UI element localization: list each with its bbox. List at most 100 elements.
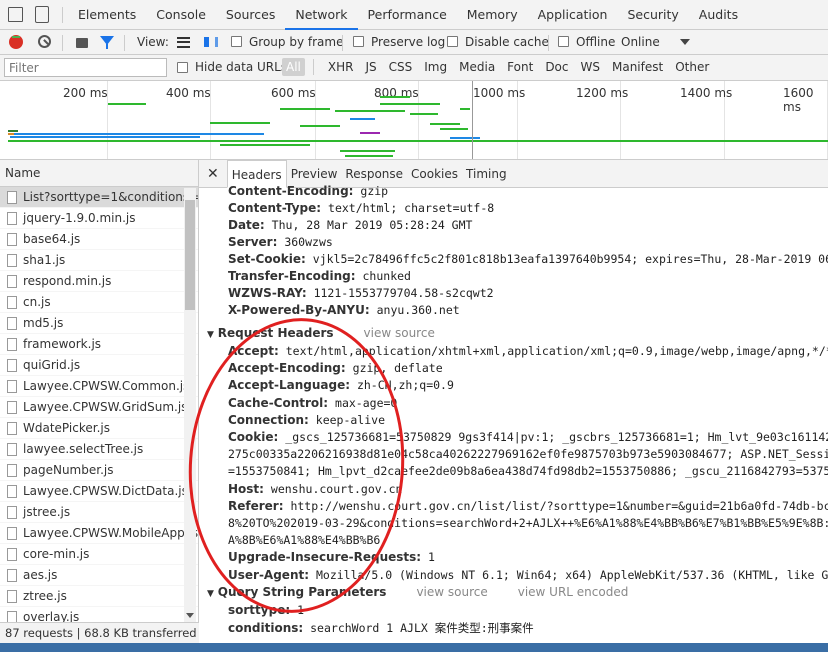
request-row[interactable]: Lawyee.CPWSW.MobileApp.js	[0, 523, 198, 544]
request-row[interactable]: pageNumber.js	[0, 460, 198, 481]
group-by-frame-checkbox[interactable]	[231, 36, 248, 50]
filter-input[interactable]	[4, 58, 167, 77]
timeline-marker	[472, 81, 473, 159]
request-row[interactable]: md5.js	[0, 313, 198, 334]
header-name: Content-Type:	[228, 201, 322, 215]
hide-data-urls-checkbox[interactable]	[177, 62, 194, 76]
windows-taskbar	[0, 643, 828, 652]
header-line: conditions: searchWord 1 AJLX 案件类型:刑事案件	[228, 620, 534, 636]
waterfall-bar	[360, 132, 380, 134]
filter-type-media[interactable]: Media	[453, 58, 501, 76]
filter-type-doc[interactable]: Doc	[539, 58, 574, 76]
request-list: Name List?sorttype=1&conditions=s jquery-…	[0, 160, 199, 628]
triangle-down-icon: ▼	[207, 330, 214, 340]
filter-type-css[interactable]: CSS	[383, 58, 419, 76]
request-row[interactable]: Lawyee.CPWSW.GridSum.js	[0, 397, 198, 418]
request-row[interactable]: lawyee.selectTree.js	[0, 439, 198, 460]
request-row[interactable]: aes.js	[0, 565, 198, 586]
request-name: respond.min.js	[23, 273, 112, 288]
request-row[interactable]: core-min.js	[0, 544, 198, 565]
tab-security[interactable]: Security	[617, 0, 688, 30]
header-value: gzip	[360, 184, 389, 198]
scrollbar-thumb[interactable]	[185, 200, 195, 310]
tab-application[interactable]: Application	[528, 0, 618, 30]
name-column-header[interactable]: Name	[0, 160, 198, 187]
filter-type-other[interactable]: Other	[669, 58, 715, 76]
waterfall-bar	[12, 36, 20, 38]
file-icon	[7, 379, 17, 393]
request-row[interactable]: WdatePicker.js	[0, 418, 198, 439]
request-row[interactable]: Lawyee.CPWSW.Common.js	[0, 376, 198, 397]
view-url-encoded-link[interactable]: view URL encoded	[518, 585, 629, 599]
waterfall-bar	[10, 136, 200, 138]
divider	[548, 35, 549, 51]
chevron-down-icon[interactable]	[680, 39, 690, 45]
query-view-source-link[interactable]: view source	[416, 585, 487, 599]
filter-type-ws[interactable]: WS	[575, 58, 606, 76]
filter-type-manifest[interactable]: Manifest	[606, 58, 669, 76]
request-row[interactable]: jstree.js	[0, 502, 198, 523]
request-name: jquery-1.9.0.min.js	[23, 210, 136, 225]
filter-type-font[interactable]: Font	[501, 58, 539, 76]
header-line: X-Powered-By-ANYU: anyu.360.net	[228, 303, 460, 317]
throttling-select[interactable]: Online	[621, 35, 660, 49]
header-name: Content-Encoding:	[228, 184, 354, 198]
request-row[interactable]: framework.js	[0, 334, 198, 355]
scroll-down-icon[interactable]	[186, 613, 194, 618]
request-name: cn.js	[23, 294, 51, 309]
device-toolbar-icon[interactable]	[35, 6, 49, 23]
tab-network[interactable]: Network	[285, 0, 358, 30]
header-value: 360wzws	[284, 235, 333, 249]
timeline-overview[interactable]: 200 ms 400 ms 600 ms 800 ms 1000 ms 1200 ms 14…	[0, 36, 828, 160]
request-row[interactable]: jquery-1.9.0.min.js	[0, 208, 198, 229]
file-icon	[7, 211, 17, 225]
waterfall-icon[interactable]	[204, 37, 218, 47]
header-line: Set-Cookie: vjkl5=2c78496ffc5c2f801c818b…	[228, 252, 828, 266]
hide-data-urls-label: Hide data URLs	[195, 60, 288, 74]
detail-tab-timing[interactable]: Timing	[462, 160, 511, 188]
request-row[interactable]: sha1.js	[0, 250, 198, 271]
request-name: jstree.js	[23, 504, 71, 519]
filter-type-all[interactable]: All	[282, 58, 305, 76]
waterfall-bar	[300, 125, 340, 127]
file-icon	[7, 463, 17, 477]
inspect-element-icon[interactable]	[8, 7, 23, 22]
file-icon	[7, 442, 17, 456]
header-value: 1	[428, 550, 435, 565]
tab-memory[interactable]: Memory	[457, 0, 528, 30]
screenshot-icon[interactable]	[76, 38, 88, 48]
request-details: ✕ Headers Preview Response Cookies Timing Co…	[178, 159, 828, 652]
request-name: sha1.js	[23, 252, 66, 267]
request-view-source-link[interactable]: view source	[364, 326, 435, 340]
request-row[interactable]: cn.js	[0, 292, 198, 313]
tab-sources[interactable]: Sources	[216, 0, 285, 30]
waterfall-bar	[440, 128, 468, 130]
waterfall-bar	[340, 150, 395, 152]
request-name: Lawyee.CPWSW.Common.js	[23, 378, 190, 393]
request-row[interactable]: List?sorttype=1&conditions=s	[0, 187, 198, 208]
filter-type-js[interactable]: JS	[359, 58, 382, 76]
header-name: Date:	[228, 218, 265, 232]
tab-console[interactable]: Console	[146, 0, 216, 30]
filter-type-img[interactable]: Img	[418, 58, 453, 76]
filter-type-xhr[interactable]: XHR	[322, 58, 360, 76]
request-row[interactable]: ztree.js	[0, 586, 198, 607]
header-value: 1121-1553779704.58-s2cqwt2	[313, 286, 494, 300]
request-row[interactable]: quiGrid.js	[0, 355, 198, 376]
timeline-tick-label: 1200 ms	[576, 86, 629, 100]
request-list-scrollbar[interactable]	[184, 188, 196, 622]
offline-checkbox[interactable]	[558, 36, 575, 50]
preserve-log-checkbox[interactable]	[353, 36, 370, 50]
offline-label: Offline	[576, 35, 616, 49]
request-row[interactable]: base64.js	[0, 229, 198, 250]
tab-elements[interactable]: Elements	[68, 0, 146, 30]
header-value: text/html; charset=utf-8	[328, 201, 495, 215]
tab-audits[interactable]: Audits	[689, 0, 748, 30]
disable-cache-checkbox[interactable]	[447, 36, 464, 50]
request-row[interactable]: Lawyee.CPWSW.DictData.js	[0, 481, 198, 502]
request-row[interactable]: respond.min.js	[0, 271, 198, 292]
detail-tab-cookies[interactable]: Cookies	[407, 160, 462, 188]
close-details-icon[interactable]: ✕	[199, 166, 227, 182]
tab-performance[interactable]: Performance	[358, 0, 457, 30]
list-icon-mid	[177, 41, 190, 43]
